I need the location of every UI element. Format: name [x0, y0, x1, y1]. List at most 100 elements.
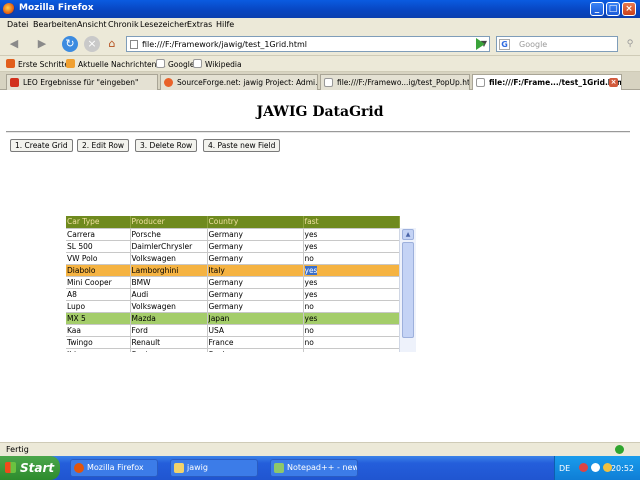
go-arrow-icon[interactable]	[476, 38, 485, 50]
grid-cell[interactable]: Lupo	[66, 300, 131, 313]
menu-datei[interactable]: Datei	[7, 20, 28, 29]
maximize-button[interactable]: □	[606, 2, 620, 16]
grid-cell[interactable]: Ibiza	[66, 348, 131, 352]
bookmark-google[interactable]: Google	[156, 59, 194, 69]
grid-cell[interactable]: VW Polo	[66, 252, 131, 265]
grid-cell[interactable]: Ford	[130, 324, 208, 337]
grid-cell[interactable]: Japan	[207, 312, 304, 325]
task-jawig[interactable]: jawig	[170, 459, 258, 477]
menu-ansicht[interactable]: Ansicht	[77, 20, 107, 29]
delete-row-button[interactable]: 3. Delete Row	[135, 139, 198, 152]
grid-cell[interactable]: Volkswagen	[130, 252, 208, 265]
table-row[interactable]: Twingo Renault France no	[66, 336, 400, 349]
table-row[interactable]: MX 5 Mazda Japan yes	[66, 312, 400, 325]
grid-cell[interactable]: Germany	[207, 288, 304, 301]
grid-cell[interactable]: Volkswagen	[130, 300, 208, 313]
menu-chronik[interactable]: Chronik	[108, 20, 139, 29]
language-indicator[interactable]: DE	[559, 464, 570, 473]
grid-cell[interactable]: no	[303, 300, 400, 313]
grid-cell[interactable]: no	[303, 324, 400, 337]
grid-cell[interactable]: Spain	[207, 348, 304, 352]
grid-cell[interactable]: no	[303, 252, 400, 265]
search-magnifier-icon[interactable]: ⚲	[622, 36, 638, 52]
column-header[interactable]: Car Type	[66, 216, 131, 229]
menu-bearbeiten[interactable]: Bearbeiten	[33, 20, 77, 29]
grid-cell[interactable]: Kaa	[66, 324, 131, 337]
grid-cell[interactable]: Mazda	[130, 312, 208, 325]
start-button[interactable]: Start	[0, 456, 60, 480]
bookmark-wikipedia[interactable]: Wikipedia	[193, 59, 242, 69]
home-icon[interactable]: ⌂	[104, 36, 120, 52]
paste-new-field-button[interactable]: 4. Paste new Field	[203, 139, 281, 152]
table-row[interactable]: SL 500 DaimlerChrysler Germany yes	[66, 240, 400, 253]
grid-cell[interactable]: Germany	[207, 240, 304, 253]
menu-lesezeichen[interactable]: Lesezeichen	[140, 20, 189, 29]
google-search-engine-icon[interactable]: G	[499, 39, 510, 50]
table-row[interactable]: A8 Audi Germany yes	[66, 288, 400, 301]
grid-cell[interactable]: SL 500	[66, 240, 131, 253]
create-grid-button[interactable]: 1. Create Grid	[10, 139, 73, 152]
bookmark-aktuelle-nachrichten[interactable]: Aktuelle Nachrichten ...	[66, 59, 166, 69]
search-input[interactable]: G Google	[496, 36, 618, 52]
grid-cell[interactable]: Mini Cooper	[66, 276, 131, 289]
column-header[interactable]: fast	[303, 216, 400, 229]
grid-scrollbar[interactable]: ▲	[399, 228, 416, 352]
column-header[interactable]: Producer	[130, 216, 208, 229]
grid-cell[interactable]: Porsche	[130, 228, 208, 241]
table-row[interactable]: Kaa Ford USA no	[66, 324, 400, 337]
grid-cell[interactable]: Renault	[130, 336, 208, 349]
scrollbar-thumb[interactable]	[402, 242, 414, 338]
table-row[interactable]: Carrera Porsche Germany yes	[66, 228, 400, 241]
tab-popup[interactable]: file:///F:/Framewo...ig/test_PopUp.html	[320, 74, 470, 90]
grid-cell[interactable]: Twingo	[66, 336, 131, 349]
bookmark-erste-schritte[interactable]: Erste Schritte	[6, 59, 69, 69]
minimize-button[interactable]: _	[590, 2, 604, 16]
scroll-up-icon[interactable]: ▲	[402, 229, 414, 240]
tab-sourceforge[interactable]: SourceForge.net: jawig Project: Admi...	[160, 74, 318, 90]
grid-cell[interactable]: Seat	[130, 348, 208, 352]
grid-cell[interactable]: yes	[303, 288, 400, 301]
grid-cell[interactable]: Germany	[207, 276, 304, 289]
edit-row-button[interactable]: 2. Edit Row	[77, 139, 130, 152]
grid-cell[interactable]: Italy	[207, 264, 304, 277]
grid-cell[interactable]: no	[303, 336, 400, 349]
address-bar[interactable]: file:///F:/Framework/jawig/test_1Grid.ht…	[126, 36, 490, 52]
grid-cell[interactable]: Germany	[207, 300, 304, 313]
grid-cell[interactable]: Lamborghini	[130, 264, 208, 277]
table-row[interactable]: Mini Cooper BMW Germany yes	[66, 276, 400, 289]
grid-cell[interactable]: yes	[303, 312, 400, 325]
table-row[interactable]: IbizaSeatSpainno	[66, 348, 400, 352]
grid-cell[interactable]: A8	[66, 288, 131, 301]
grid-cell[interactable]: no	[303, 348, 400, 352]
grid-cell[interactable]: MX 5	[66, 312, 131, 325]
menu-hilfe[interactable]: Hilfe	[216, 20, 234, 29]
grid-cell[interactable]: Germany	[207, 228, 304, 241]
task-notepad[interactable]: Notepad++ - new 4	[270, 459, 358, 477]
grid-cell[interactable]: USA	[207, 324, 304, 337]
table-row[interactable]: Lupo Volkswagen Germany no	[66, 300, 400, 313]
grid-cell[interactable]: France	[207, 336, 304, 349]
stop-icon[interactable]: ×	[84, 36, 100, 52]
tab-leo[interactable]: LEO Ergebnisse für "eingeben"	[6, 74, 158, 90]
reload-icon[interactable]: ↻	[62, 36, 78, 52]
grid-cell[interactable]: yes	[303, 276, 400, 289]
task-firefox[interactable]: Mozilla Firefox	[70, 459, 158, 477]
tray-icon[interactable]	[591, 463, 600, 472]
column-header[interactable]: Country	[207, 216, 304, 229]
forward-arrow-icon[interactable]: ▶	[34, 36, 50, 52]
table-row[interactable]: Diabolo Lamborghini Italy yes	[66, 264, 400, 277]
grid-cell[interactable]: Audi	[130, 288, 208, 301]
grid-cell[interactable]: Carrera	[66, 228, 131, 241]
tray-icon[interactable]	[579, 463, 588, 472]
grid-cell[interactable]: DaimlerChrysler	[130, 240, 208, 253]
table-row[interactable]: VW Polo Volkswagen Germany no	[66, 252, 400, 265]
grid-cell[interactable]: yes	[303, 264, 400, 277]
close-window-button[interactable]: ×	[622, 2, 636, 16]
grid-cell[interactable]: BMW	[130, 276, 208, 289]
grid-cell[interactable]: yes	[303, 240, 400, 253]
menu-extras[interactable]: Extras	[187, 20, 212, 29]
close-tab-icon[interactable]: ×	[609, 78, 618, 87]
grid-cell[interactable]: Germany	[207, 252, 304, 265]
grid-cell[interactable]: Diabolo	[66, 264, 131, 277]
grid-cell[interactable]: yes	[303, 228, 400, 241]
